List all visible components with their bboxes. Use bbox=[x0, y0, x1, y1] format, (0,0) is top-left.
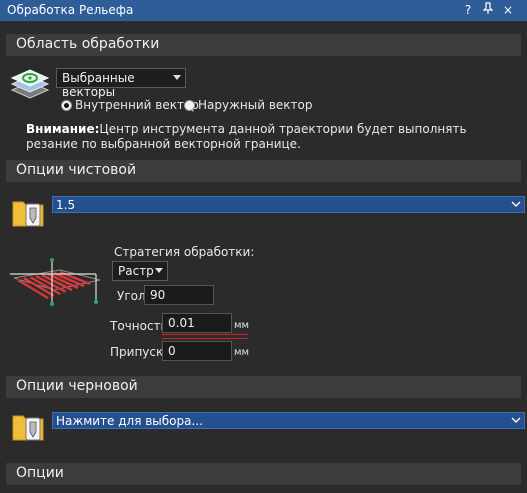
tolerance-value: 0.01 bbox=[168, 316, 195, 330]
tool-folder-icon[interactable] bbox=[12, 196, 46, 228]
strategy-dropdown[interactable]: Растр bbox=[112, 261, 168, 281]
allowance-input[interactable]: 0 bbox=[162, 341, 232, 361]
chevron-down-icon bbox=[511, 197, 521, 214]
rough-tool-placeholder: Нажмите для выбора... bbox=[56, 414, 203, 428]
allowance-label: Припуск: bbox=[110, 345, 168, 359]
close-button[interactable]: × bbox=[500, 2, 516, 18]
vector-selection-dropdown[interactable]: Выбранные векторы bbox=[56, 68, 186, 99]
chevron-down-icon bbox=[511, 413, 521, 430]
radio-outer-label: Наружный вектор bbox=[198, 98, 313, 112]
tool-folder-icon[interactable] bbox=[12, 410, 46, 442]
warning-note-bold: Внимание: bbox=[26, 122, 100, 136]
section-title-finish: Опции чистовой bbox=[16, 162, 137, 178]
radio-inner-vector[interactable] bbox=[61, 100, 72, 111]
window-titlebar: Обработка Рельефа ? × bbox=[0, 0, 527, 21]
section-header-area[interactable]: Область обработки bbox=[6, 34, 521, 56]
section-title-area: Область обработки bbox=[16, 36, 160, 52]
tolerance-input[interactable]: 0.01 bbox=[162, 313, 232, 333]
raster-strategy-icon bbox=[8, 248, 104, 312]
chevron-down-icon bbox=[173, 75, 181, 80]
tolerance-underline bbox=[162, 338, 248, 339]
pin-icon bbox=[482, 2, 494, 14]
radio-outer-vector[interactable] bbox=[184, 100, 195, 111]
angle-value: 90 bbox=[150, 288, 166, 302]
section-title-options: Опции bbox=[16, 465, 64, 481]
section-header-rough[interactable]: Опции черновой bbox=[6, 376, 521, 398]
allowance-value: 0 bbox=[168, 344, 176, 358]
radio-inner-label: Внутренний вектор bbox=[75, 98, 199, 112]
rough-tool-selector[interactable]: Нажмите для выбора... bbox=[52, 412, 525, 429]
window-title: Обработка Рельефа bbox=[7, 3, 134, 17]
vector-selection-value: Выбранные векторы bbox=[62, 71, 135, 99]
tolerance-unit: мм bbox=[234, 320, 250, 331]
strategy-value: Растр bbox=[118, 264, 154, 278]
chevron-down-icon bbox=[155, 268, 163, 273]
allowance-unit: мм bbox=[234, 347, 250, 358]
pin-button[interactable] bbox=[480, 2, 496, 18]
help-button[interactable]: ? bbox=[460, 2, 476, 18]
finish-tool-selector[interactable]: 1.5 bbox=[52, 196, 525, 213]
section-header-finish[interactable]: Опции чистовой bbox=[6, 160, 521, 182]
vector-layers-icon bbox=[10, 66, 50, 102]
angle-input[interactable]: 90 bbox=[144, 285, 214, 305]
strategy-label: Стратегия обработки: bbox=[114, 245, 255, 259]
section-title-rough: Опции черновой bbox=[16, 378, 138, 394]
warning-note: Внимание:Центр инструмента данной траект… bbox=[26, 122, 516, 152]
section-header-options[interactable]: Опции bbox=[6, 463, 521, 485]
tolerance-underline bbox=[162, 334, 248, 335]
finish-tool-name: 1.5 bbox=[56, 198, 76, 212]
